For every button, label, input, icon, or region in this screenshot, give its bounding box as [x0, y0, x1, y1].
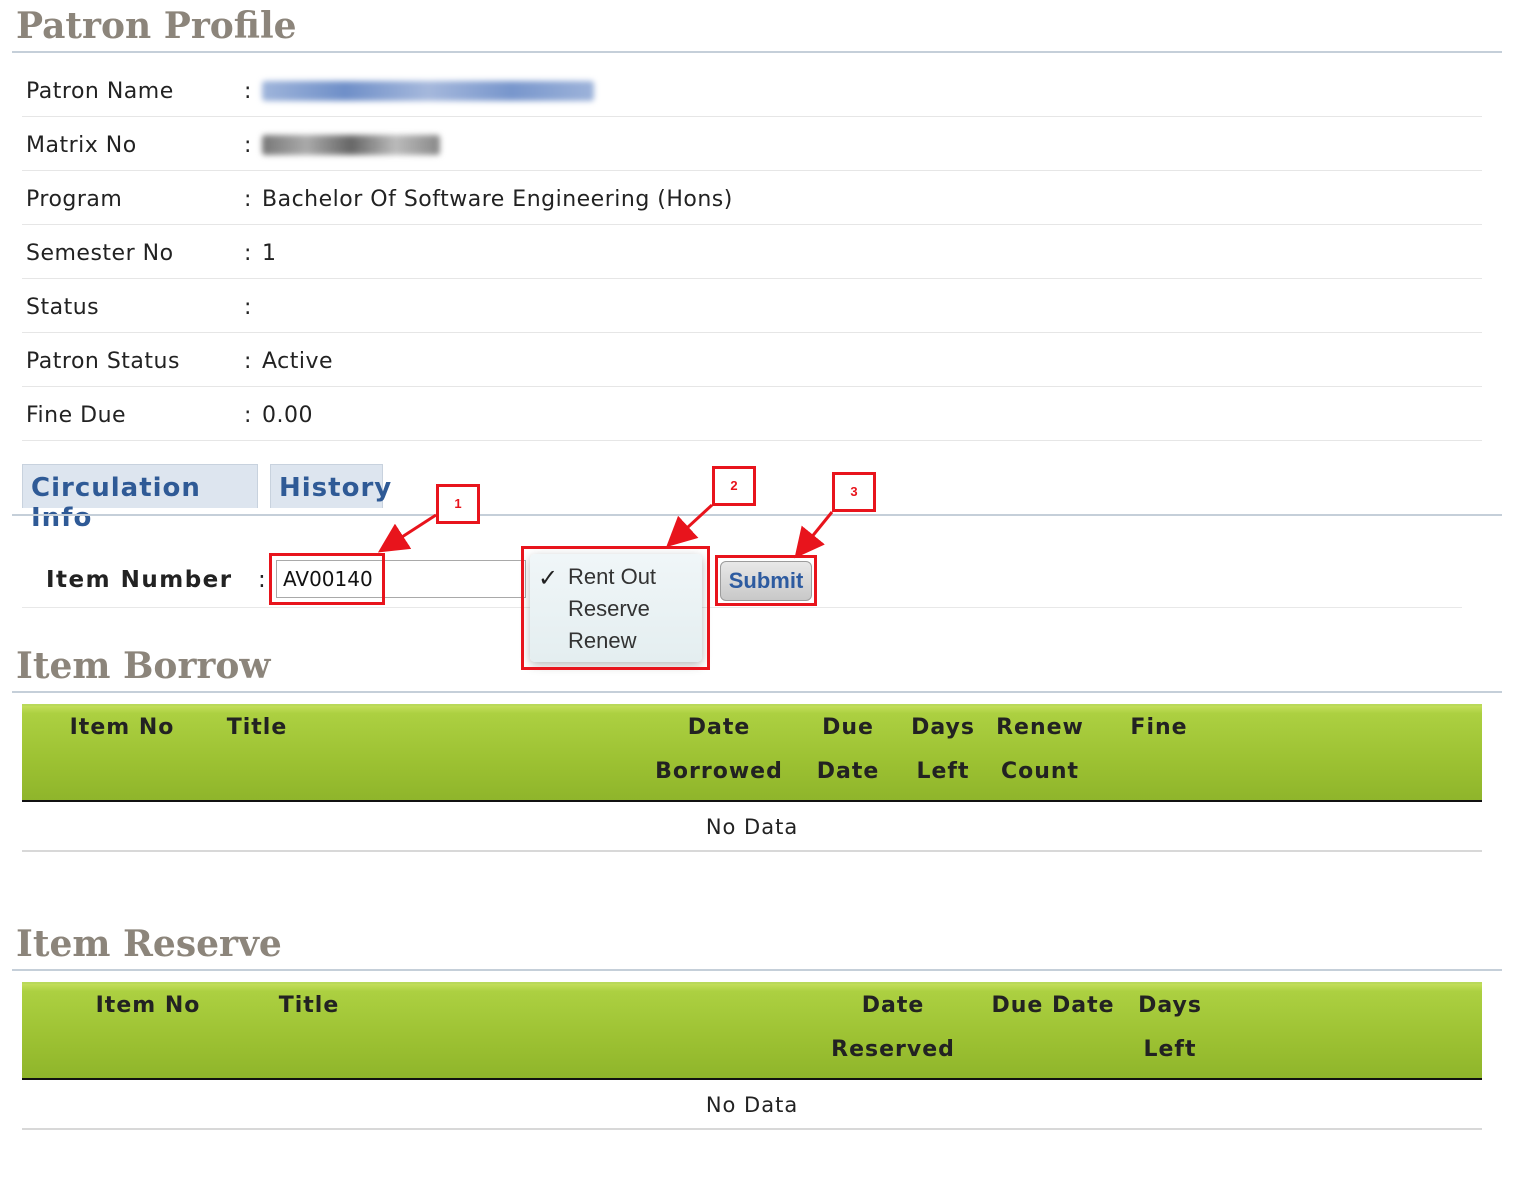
borrow-empty-row: No Data: [22, 802, 1482, 852]
profile-colon: :: [244, 187, 252, 212]
annotation-highlight-item-input: [269, 553, 385, 605]
profile-label: Fine Due: [26, 403, 127, 428]
annotation-number-2: 2: [712, 466, 756, 506]
semester-no-value: 1: [262, 241, 277, 266]
annotation-arrow-1: [377, 513, 437, 553]
profile-colon: :: [244, 133, 252, 158]
patron-name-value-redacted: [262, 79, 594, 107]
column-header-item-no: Item No: [69, 715, 175, 740]
tabs-divider: [12, 514, 1502, 516]
profile-row-patron-name: Patron Name :: [22, 63, 1482, 117]
profile-label: Patron Status: [26, 349, 180, 374]
title-divider: [12, 51, 1502, 53]
column-header-days-left: Days Left: [911, 715, 975, 784]
tab-circulation-info[interactable]: Circulation Info: [22, 464, 258, 533]
annotation-number-1: 1: [436, 484, 480, 524]
profile-colon: :: [244, 349, 252, 374]
column-header-date-reserved: Date Reserved: [831, 993, 955, 1062]
profile-colon: :: [244, 79, 252, 104]
reserve-title-divider: [12, 969, 1502, 971]
profile-label: Patron Name: [26, 79, 174, 104]
column-header-renew-count: Renew Count: [996, 715, 1084, 784]
matrix-no-value-redacted: [262, 133, 440, 161]
reserve-empty-row: No Data: [22, 1080, 1482, 1130]
profile-row-patron-status: Patron Status : Active: [22, 333, 1482, 387]
column-header-days-left: Days Left: [1138, 993, 1202, 1062]
borrow-title-divider: [12, 691, 1502, 693]
profile-row-semester-no: Semester No : 1: [22, 225, 1482, 279]
profile-label: Semester No: [26, 241, 174, 266]
reserve-table-header: Item No Title Date Reserved Due Date Days…: [22, 982, 1482, 1080]
annotation-highlight-dropdown: [521, 546, 710, 670]
borrow-table-header: Item No Title Date Borrowed Due Date Days L…: [22, 704, 1482, 802]
tab-history[interactable]: History: [270, 464, 391, 508]
column-header-title: Title: [226, 715, 288, 740]
annotation-number-3: 3: [832, 472, 876, 512]
patron-profile-title: Patron Profile: [16, 5, 297, 47]
profile-label: Status: [26, 295, 100, 320]
column-header-item-no: Item No: [95, 993, 201, 1018]
program-value: Bachelor Of Software Engineering (Hons): [262, 187, 733, 212]
profile-colon: :: [244, 241, 252, 266]
profile-colon: :: [244, 403, 252, 428]
profile-row-matrix-no: Matrix No :: [22, 117, 1482, 171]
form-row-divider: [22, 607, 1462, 608]
annotation-arrow-3: [794, 511, 834, 559]
profile-label: Program: [26, 187, 123, 212]
profile-row-program: Program : Bachelor Of Software Engineeri…: [22, 171, 1482, 225]
item-borrow-title: Item Borrow: [16, 645, 271, 687]
profile-label: Matrix No: [26, 133, 137, 158]
column-header-title: Title: [278, 993, 340, 1018]
item-reserve-title: Item Reserve: [16, 923, 282, 965]
item-number-colon: :: [258, 567, 266, 593]
profile-row-fine-due: Fine Due : 0.00: [22, 387, 1482, 441]
fine-due-value: 0.00: [262, 403, 313, 428]
patron-status-value: Active: [262, 349, 334, 374]
annotation-highlight-submit: [715, 555, 817, 606]
item-number-label: Item Number: [46, 567, 233, 593]
column-header-date-borrowed: Date Borrowed: [655, 715, 783, 784]
column-header-fine: Fine: [1130, 715, 1188, 740]
annotation-arrow-2: [666, 503, 714, 548]
column-header-due-date: Due Date: [816, 715, 880, 784]
profile-row-status: Status :: [22, 279, 1482, 333]
profile-colon: :: [244, 295, 252, 320]
column-header-due-date: Due Date: [991, 993, 1115, 1018]
